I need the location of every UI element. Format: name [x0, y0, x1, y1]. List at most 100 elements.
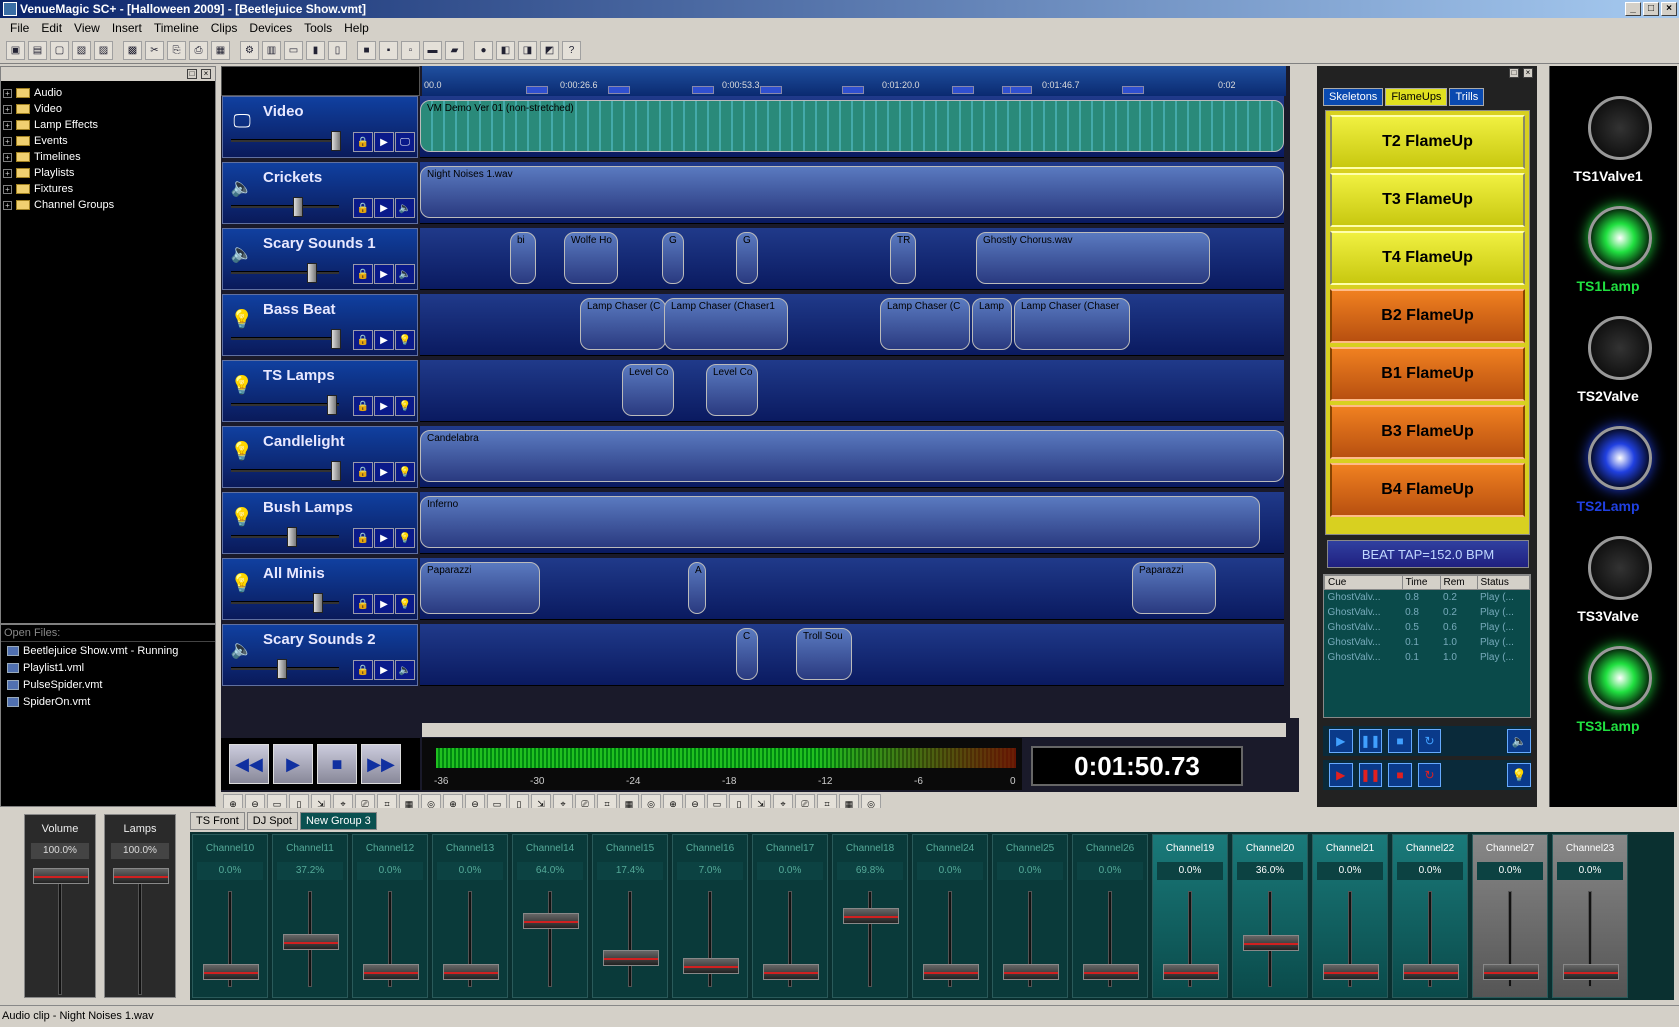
menu-help[interactable]: Help: [338, 21, 375, 35]
toolbar-tool-icon[interactable]: ▪: [379, 41, 398, 60]
fader-track[interactable]: [283, 891, 339, 987]
fader-knob[interactable]: [443, 964, 499, 980]
fader-track[interactable]: [203, 891, 259, 987]
menu-clips[interactable]: Clips: [205, 21, 244, 35]
toolbar-tool-icon[interactable]: ▰: [445, 41, 464, 60]
tree-item[interactable]: + Fixtures: [3, 181, 213, 197]
toolbar-tool-icon[interactable]: ◨: [518, 41, 537, 60]
toolbar-tool-icon[interactable]: ▢: [50, 41, 69, 60]
close-button[interactable]: ×: [1661, 2, 1677, 16]
track-lane[interactable]: Paparazzi A Paparazzi: [420, 558, 1284, 620]
cue-list-row[interactable]: GhostValv... 0.8 0.2 Play (...: [1325, 590, 1530, 606]
clip[interactable]: Inferno: [420, 496, 1260, 548]
cue-button[interactable]: T4 FlameUp: [1330, 231, 1525, 285]
toolbar-tool-icon[interactable]: ▥: [262, 41, 281, 60]
fader-track[interactable]: [1483, 891, 1539, 987]
play-icon[interactable]: ▶: [374, 396, 394, 416]
toolbar-tool-icon[interactable]: ●: [474, 41, 493, 60]
fader-track[interactable]: [523, 891, 579, 987]
cue-button[interactable]: T3 FlameUp: [1330, 173, 1525, 227]
play-button[interactable]: ▶: [273, 744, 313, 784]
clip[interactable]: G: [662, 232, 684, 284]
horizontal-scrollbar[interactable]: [422, 723, 1286, 737]
menu-edit[interactable]: Edit: [35, 21, 68, 35]
fader-track[interactable]: [843, 891, 899, 987]
toolbar-tool-icon[interactable]: ▬: [423, 41, 442, 60]
fader-knob[interactable]: [843, 908, 899, 925]
track-header[interactable]: 🔈 Scary Sounds 1 🔒 ▶ 🔈: [222, 228, 418, 290]
tree-item[interactable]: + Audio: [3, 85, 213, 101]
menu-file[interactable]: File: [4, 21, 35, 35]
fader-track[interactable]: [1163, 891, 1219, 987]
rewind-button[interactable]: ◀◀: [229, 744, 269, 784]
clip[interactable]: Paparazzi: [1132, 562, 1216, 614]
toolbar-tool-icon[interactable]: ■: [357, 41, 376, 60]
expand-icon[interactable]: +: [3, 200, 12, 210]
cue-button[interactable]: B3 FlameUp: [1330, 405, 1525, 459]
lock-icon[interactable]: 🔒: [353, 264, 373, 284]
open-file-item[interactable]: Beetlejuice Show.vmt - Running: [1, 642, 215, 659]
bulb-icon[interactable]: 💡: [395, 330, 415, 350]
fader-track[interactable]: [1563, 891, 1619, 987]
stop-icon[interactable]: ■: [1388, 729, 1412, 753]
pause-icon[interactable]: ❚❚: [1358, 763, 1383, 787]
cue-marker-icon[interactable]: [842, 86, 864, 94]
play-icon[interactable]: ▶: [1329, 763, 1353, 787]
expand-icon[interactable]: +: [3, 136, 12, 146]
open-file-item[interactable]: Playlist1.vml: [1, 659, 215, 676]
lock-icon[interactable]: 🔒: [353, 330, 373, 350]
cue-list-row[interactable]: GhostValv... 0.5 0.6 Play (...: [1325, 620, 1530, 635]
fader-knob[interactable]: [1403, 964, 1459, 980]
tree-item[interactable]: + Video: [3, 101, 213, 117]
fader-knob[interactable]: [1483, 964, 1539, 980]
vertical-scrollbar[interactable]: [1290, 66, 1304, 718]
expand-icon[interactable]: +: [3, 152, 12, 162]
tab-skeletons[interactable]: Skeletons: [1323, 88, 1384, 106]
lock-icon[interactable]: 🔒: [353, 462, 373, 482]
track-header[interactable]: 💡 Candlelight 🔒 ▶ 💡: [222, 426, 418, 488]
lock-icon[interactable]: 🔒: [353, 594, 373, 614]
tab-dj-spot[interactable]: DJ Spot: [246, 812, 298, 830]
track-volume-slider[interactable]: [231, 461, 341, 481]
toolbar-tool-icon[interactable]: ⎘: [167, 41, 186, 60]
bulb-icon[interactable]: 💡: [1507, 763, 1531, 787]
bulb-icon[interactable]: 💡: [395, 594, 415, 614]
cue-button[interactable]: B4 FlameUp: [1330, 463, 1525, 517]
track-lane[interactable]: C Troll Sou: [420, 624, 1284, 686]
clip[interactable]: Troll Sou: [796, 628, 852, 680]
play-icon[interactable]: ▶: [374, 330, 394, 350]
minimize-button[interactable]: _: [1625, 2, 1641, 16]
clip[interactable]: Lamp Chaser (Chaser1: [664, 298, 788, 350]
track-volume-slider[interactable]: [231, 395, 339, 415]
time-ruler[interactable]: 00.0 0:00:26.6 0:00:53.3 0:01:20.0 0:01:46.7…: [422, 66, 1286, 96]
slider-knob[interactable]: [313, 593, 323, 613]
clip[interactable]: Candelabra: [420, 430, 1284, 482]
cue-button[interactable]: T2 FlameUp: [1330, 115, 1525, 169]
toolbar-tool-icon[interactable]: ⎙: [189, 41, 208, 60]
tree-item[interactable]: + Channel Groups: [3, 197, 213, 213]
toolbar-tool-icon[interactable]: ▧: [72, 41, 91, 60]
slider-knob[interactable]: [277, 659, 287, 679]
track-volume-slider[interactable]: [231, 527, 339, 547]
track-header[interactable]: 💡 Bass Beat 🔒 ▶ 💡: [222, 294, 418, 356]
expand-icon[interactable]: +: [3, 88, 12, 98]
open-file-item[interactable]: PulseSpider.vmt: [1, 676, 215, 693]
fader-track[interactable]: [363, 891, 419, 987]
tab-flameups[interactable]: FlameUps: [1385, 88, 1448, 106]
clip[interactable]: Wolfe Ho: [564, 232, 618, 284]
tree-item[interactable]: + Lamp Effects: [3, 117, 213, 133]
track-lane[interactable]: Inferno: [420, 492, 1284, 554]
track-header[interactable]: 🔈 Crickets 🔒 ▶ 🔈: [222, 162, 418, 224]
fader-knob[interactable]: [113, 868, 169, 884]
track-volume-slider[interactable]: [231, 263, 339, 283]
menu-devices[interactable]: Devices: [243, 21, 298, 35]
cue-list-row[interactable]: GhostValv... 0.1 1.0 Play (...: [1325, 650, 1530, 665]
toolbar-tool-icon[interactable]: ?: [562, 41, 581, 60]
fader-track[interactable]: [1403, 891, 1459, 987]
play-icon[interactable]: ▶: [374, 264, 394, 284]
clip[interactable]: Ghostly Chorus.wav: [976, 232, 1210, 284]
cue-marker-icon[interactable]: [1010, 86, 1032, 94]
fader-knob[interactable]: [763, 964, 819, 980]
play-icon[interactable]: ▶: [374, 594, 394, 614]
cue-list-column-header[interactable]: Rem: [1439, 575, 1478, 590]
